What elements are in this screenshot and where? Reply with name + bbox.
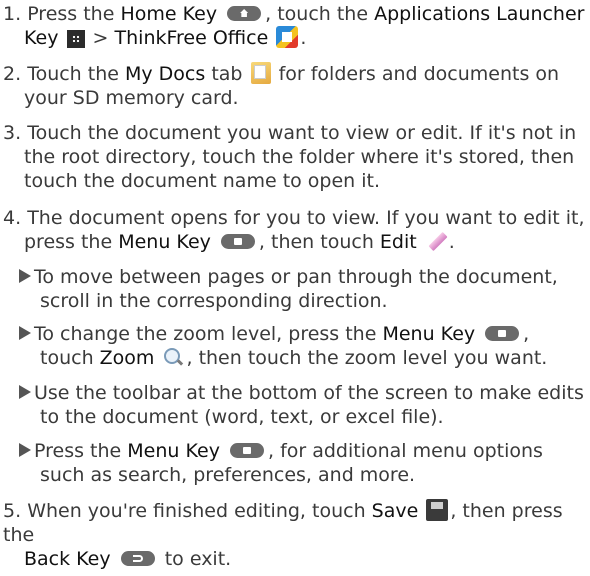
menu-key-label: Menu Key: [127, 440, 220, 462]
step-number: 3.: [3, 122, 22, 144]
step-text: touch the document name to open it.: [24, 170, 381, 192]
step-number: 2.: [3, 63, 22, 85]
bullet-text: touch: [40, 347, 94, 369]
menu-key-icon: [485, 326, 520, 341]
step-text: Touch the document you want to view or e…: [27, 122, 577, 144]
save-label: Save: [371, 500, 419, 522]
bullet-text: To move between pages or pan through the…: [34, 266, 558, 288]
back-key-label: Back Key: [24, 548, 111, 570]
step-3: 3. Touch the document you want to view o…: [3, 121, 588, 193]
bullet-2: To change the zoom level, press the Menu…: [19, 322, 584, 370]
step-text: the root directory, touch the folder whe…: [24, 146, 575, 168]
zoom-magnifier-icon: [162, 346, 184, 368]
menu-key-label: Menu Key: [382, 323, 476, 345]
bullet-1: To move between pages or pan through the…: [19, 265, 584, 313]
step-number: 5.: [3, 500, 22, 522]
step-text: , touch the: [265, 3, 369, 25]
thinkfree-office-icon: [276, 26, 299, 48]
bullet-text: Press the: [34, 440, 122, 462]
bullet-3: Use the toolbar at the bottom of the scr…: [19, 381, 584, 429]
triangle-bullet-icon: [19, 385, 31, 399]
applications-launcher-label: Applications Launcher: [374, 3, 585, 25]
save-disk-icon: [426, 499, 449, 521]
step-text: your SD memory card.: [24, 87, 239, 109]
separator: >: [92, 27, 109, 49]
edit-label: Edit: [379, 231, 417, 253]
home-key-label: Home Key: [120, 3, 218, 25]
key-label: Key: [24, 27, 59, 49]
edit-pencil-icon: [425, 230, 447, 252]
menu-key-label: Menu Key: [118, 231, 211, 253]
zoom-label: Zoom: [99, 347, 155, 369]
step-number: 1.: [3, 3, 22, 25]
step-4: 4. The document opens for you to view. I…: [3, 206, 588, 254]
triangle-bullet-icon: [19, 326, 31, 340]
triangle-bullet-icon: [19, 443, 31, 457]
step-text: When you're finished editing, touch: [27, 500, 366, 522]
step-text: , then touch: [258, 231, 374, 253]
my-docs-label: My Docs: [125, 63, 206, 85]
step-2: 2. Touch the My Docs tab for folders and…: [3, 62, 588, 110]
back-key-icon: [120, 551, 155, 566]
step-text: to exit.: [164, 548, 232, 570]
bullet-text: , then touch the zoom level you want.: [186, 347, 548, 369]
bullet-text: , for additional menu options: [267, 440, 543, 462]
bullet-text: ,: [523, 323, 530, 345]
step-text: .: [448, 231, 455, 253]
step-text: Touch the: [27, 63, 119, 85]
step-text: press the: [24, 231, 113, 253]
applications-launcher-icon: [66, 30, 85, 48]
home-key-icon: [227, 6, 262, 21]
step-5: 5. When you're finished editing, touch S…: [3, 499, 588, 571]
menu-key-icon: [220, 234, 255, 249]
instructions-page: 1. Press the Home Key , touch the Applic…: [0, 0, 590, 576]
my-docs-icon: [250, 62, 271, 84]
menu-key-icon: [229, 443, 264, 458]
bullet-text: such as search, preferences, and more.: [40, 464, 416, 486]
step-text: for folders and documents on: [278, 63, 560, 85]
triangle-bullet-icon: [19, 269, 31, 283]
step-text: .: [300, 27, 307, 49]
bullet-text: Use the toolbar at the bottom of the scr…: [34, 382, 584, 404]
thinkfree-office-label: ThinkFree Office: [114, 27, 269, 49]
step-text: tab: [211, 63, 243, 85]
bullet-text: scroll in the corresponding direction.: [40, 290, 388, 312]
bullet-4: Press the Menu Key , for additional menu…: [19, 439, 584, 487]
bullet-text: to the document (word, text, or excel fi…: [40, 406, 444, 428]
step-text: Press the: [27, 3, 115, 25]
step-text: The document opens for you to view. If y…: [27, 207, 585, 229]
bullet-text: To change the zoom level, press the: [34, 323, 377, 345]
step-number: 4.: [3, 207, 22, 229]
step-1: 1. Press the Home Key , touch the Applic…: [3, 2, 588, 50]
